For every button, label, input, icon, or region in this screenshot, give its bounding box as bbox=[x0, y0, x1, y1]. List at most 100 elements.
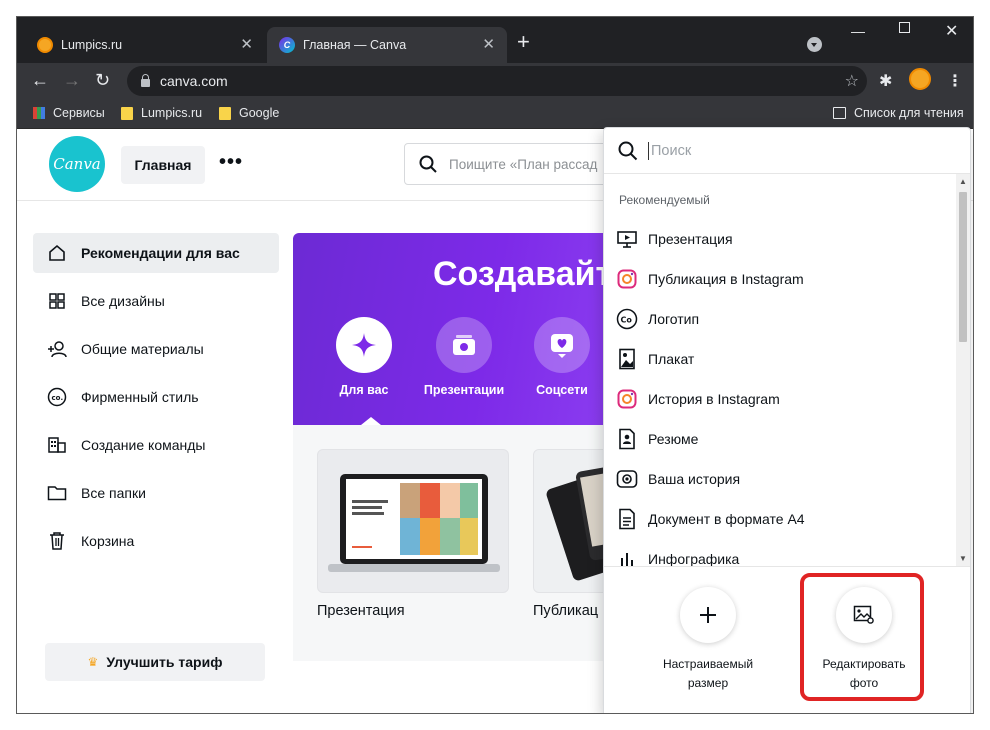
action-label: Настраиваемый bbox=[662, 657, 754, 671]
bookmarks-bar: Сервисы Lumpics.ru Google Список для чте… bbox=[17, 99, 973, 129]
list-item[interactable]: Плакат bbox=[604, 339, 944, 379]
home-icon bbox=[47, 244, 67, 262]
list-item[interactable]: Ваша история bbox=[604, 459, 944, 499]
dropdown-scrollbar[interactable]: ▲ ▼ bbox=[956, 174, 970, 566]
dropdown-search-input[interactable]: Поиск bbox=[604, 128, 970, 174]
apps-grid-icon bbox=[33, 107, 45, 119]
minimize-icon[interactable]: — bbox=[851, 23, 865, 39]
scroll-up-icon[interactable]: ▲ bbox=[959, 177, 967, 186]
active-indicator bbox=[361, 417, 381, 425]
infographic-icon bbox=[616, 549, 638, 566]
close-icon[interactable]: ✕ bbox=[482, 37, 495, 53]
list-item-label: Презентация bbox=[648, 231, 733, 247]
poster-icon bbox=[616, 348, 638, 370]
hero-banner: Создавайт Для вас Презентации Соцсети bbox=[293, 233, 613, 425]
sidebar-item-label: Общие материалы bbox=[81, 341, 204, 357]
heart-icon bbox=[534, 317, 590, 373]
sidebar-item-all-designs[interactable]: Все дизайны bbox=[33, 281, 279, 321]
sidebar-item-brand[interactable]: co. Фирменный стиль bbox=[33, 377, 279, 417]
svg-text:Co: Co bbox=[621, 316, 633, 325]
list-item-label: Документ в формате A4 bbox=[648, 511, 805, 527]
url-text: canva.com bbox=[160, 73, 228, 89]
section-title: Рекомендуемый bbox=[619, 193, 710, 207]
menu-kebab-icon[interactable]: ⋮ bbox=[947, 71, 963, 91]
team-building-icon bbox=[47, 436, 67, 454]
crown-icon: ♛ bbox=[87, 655, 99, 669]
scroll-down-icon[interactable]: ▼ bbox=[959, 554, 967, 563]
list-item[interactable]: Презентация bbox=[604, 219, 944, 259]
sidebar-item-folders[interactable]: Все папки bbox=[33, 473, 279, 513]
sidebar-item-label: Рекомендации для вас bbox=[81, 245, 240, 261]
bookmark-star-icon[interactable]: ☆ bbox=[845, 71, 859, 91]
presentation-icon bbox=[436, 317, 492, 373]
card-label: Публикац bbox=[533, 603, 599, 619]
list-item-label: Ваша история bbox=[648, 471, 741, 487]
list-item-label: История в Instagram bbox=[648, 391, 780, 407]
document-icon bbox=[616, 508, 638, 530]
folder-icon bbox=[219, 106, 231, 120]
canva-logo[interactable]: Canva bbox=[49, 136, 105, 192]
brand-kit-icon: co. bbox=[47, 387, 67, 407]
bookmark-lumpics[interactable]: Lumpics.ru bbox=[121, 106, 202, 120]
category-for-you[interactable]: Для вас bbox=[319, 317, 409, 397]
close-icon[interactable]: ✕ bbox=[240, 37, 253, 53]
upgrade-button[interactable]: ♛ Улучшить тариф bbox=[45, 643, 265, 681]
highlight-box bbox=[800, 573, 924, 701]
address-bar[interactable]: canva.com ☆ bbox=[127, 66, 867, 96]
home-button[interactable]: Главная bbox=[121, 146, 205, 184]
back-icon[interactable]: ← bbox=[31, 69, 49, 91]
sidebar-item-label: Все дизайны bbox=[81, 293, 165, 309]
extensions-icon[interactable]: ✱ bbox=[879, 71, 892, 91]
reload-icon[interactable]: ↻ bbox=[95, 69, 110, 91]
category-presentations[interactable]: Презентации bbox=[419, 317, 509, 397]
sidebar-item-label: Все папки bbox=[81, 485, 146, 501]
list-item[interactable]: Co Логотип bbox=[604, 299, 944, 339]
list-item[interactable]: Документ в формате A4 bbox=[604, 499, 944, 539]
list-item-label: Логотип bbox=[648, 311, 700, 327]
hero-title: Создавайт bbox=[433, 255, 613, 293]
custom-size-button[interactable]: Настраиваемый размер bbox=[648, 581, 768, 693]
design-cards: Презентация Публикац bbox=[293, 425, 633, 661]
category-label: Соцсети bbox=[536, 383, 588, 397]
sidebar-item-team[interactable]: Создание команды bbox=[33, 425, 279, 465]
list-item[interactable]: Публикация в Instagram bbox=[604, 259, 944, 299]
sidebar-item-recommendations[interactable]: Рекомендации для вас bbox=[33, 233, 279, 273]
reading-list-icon bbox=[833, 107, 846, 119]
lumpics-orange-icon bbox=[37, 37, 53, 53]
sidebar-item-trash[interactable]: Корзина bbox=[33, 521, 279, 561]
tab-search-icon[interactable] bbox=[807, 37, 822, 52]
instagram-icon bbox=[616, 269, 638, 289]
sidebar-item-label: Фирменный стиль bbox=[81, 389, 199, 405]
list-item[interactable]: История в Instagram bbox=[604, 379, 944, 419]
window-close-icon[interactable]: ✕ bbox=[945, 21, 958, 41]
scrollbar-thumb[interactable] bbox=[959, 192, 967, 342]
trash-icon bbox=[47, 531, 67, 551]
sidebar-item-label: Создание команды bbox=[81, 437, 206, 453]
story-icon bbox=[616, 469, 638, 489]
search-placeholder: Поищите «План рассад bbox=[449, 156, 598, 172]
tab-lumpics[interactable]: Lumpics.ru ✕ bbox=[25, 27, 265, 63]
bookmark-google[interactable]: Google bbox=[219, 106, 279, 120]
design-type-list: Рекомендуемый Презентация Публикация в I… bbox=[604, 174, 956, 566]
forward-icon[interactable]: → bbox=[63, 69, 81, 91]
bookmark-services[interactable]: Сервисы bbox=[33, 106, 105, 120]
browser-window: Lumpics.ru ✕ C Главная — Canva ✕ + — ✕ ←… bbox=[16, 16, 974, 714]
presentation-icon bbox=[616, 229, 638, 249]
tab-canva[interactable]: C Главная — Canva ✕ bbox=[267, 27, 507, 63]
dropdown-search-placeholder: Поиск bbox=[651, 142, 692, 159]
lock-icon bbox=[141, 74, 150, 87]
presentation-thumbnail[interactable] bbox=[317, 449, 509, 593]
list-item[interactable]: Инфографика bbox=[604, 539, 944, 566]
sidebar-item-shared[interactable]: Общие материалы bbox=[33, 329, 279, 369]
reading-list[interactable]: Список для чтения bbox=[833, 106, 964, 120]
new-tab-icon[interactable]: + bbox=[517, 31, 530, 53]
category-social[interactable]: Соцсети bbox=[517, 317, 607, 397]
more-icon[interactable]: ••• bbox=[219, 151, 243, 174]
bookmark-label: Google bbox=[239, 106, 280, 120]
avatar[interactable] bbox=[909, 68, 931, 90]
list-item[interactable]: Резюме bbox=[604, 419, 944, 459]
reading-list-label: Список для чтения bbox=[854, 106, 964, 120]
tab-title: Lumpics.ru bbox=[61, 38, 123, 52]
maximize-icon[interactable] bbox=[899, 22, 910, 33]
svg-text:co.: co. bbox=[52, 394, 64, 402]
